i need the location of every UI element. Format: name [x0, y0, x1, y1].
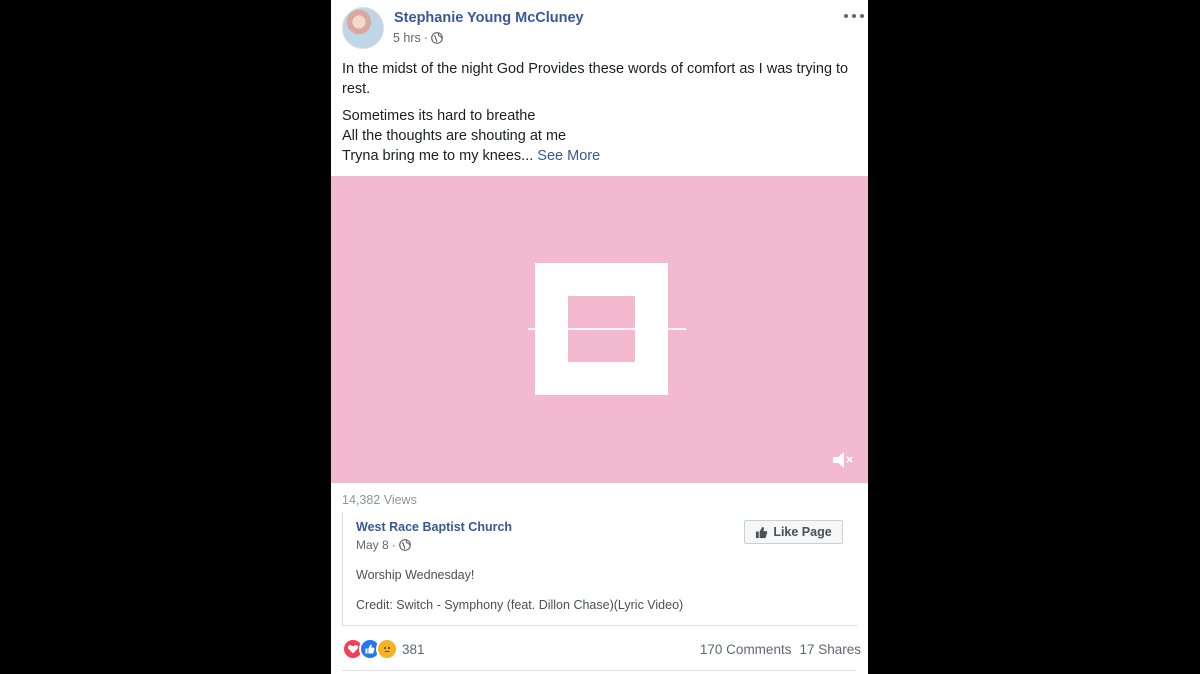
post-line: All the thoughts are shouting at me — [342, 128, 567, 144]
like-page-button[interactable]: Like Page — [744, 520, 843, 544]
shared-post-credit: Credit: Switch - Symphony (feat. Dillon … — [356, 598, 684, 612]
reaction-count: 381 — [402, 641, 425, 657]
sad-icon — [376, 638, 398, 660]
shared-page-name[interactable]: West Race Baptist Church — [356, 520, 512, 534]
shares-count[interactable]: 17 Shares — [799, 642, 861, 657]
post-text: In the midst of the night God Provides t… — [342, 59, 862, 166]
more-options-icon[interactable] — [844, 8, 864, 24]
speaker-muted-icon[interactable] — [830, 449, 856, 471]
see-more-link[interactable]: See More — [537, 148, 600, 164]
post-time[interactable]: 5 hrs — [393, 31, 421, 45]
shared-post-date[interactable]: May 8 — [356, 538, 389, 552]
shared-post: West Race Baptist Church May 8 · Like Pa… — [342, 512, 857, 626]
like-page-label: Like Page — [773, 525, 832, 539]
post-card: Stephanie Young McCluney 5 hrs · In the … — [331, 0, 868, 674]
video-player[interactable] — [331, 176, 868, 483]
post-line: Sometimes its hard to breathe — [342, 108, 536, 124]
shared-post-text: Worship Wednesday! — [356, 568, 475, 582]
divider — [342, 670, 856, 671]
post-line-last: Tryna bring me to my knees... See More — [342, 146, 862, 166]
video-views: 14,382 Views — [342, 493, 417, 507]
post-footer: 381 170 Comments 17 Shares — [342, 637, 861, 661]
video-logo-line — [528, 328, 686, 330]
post-author-name[interactable]: Stephanie Young McCluney — [394, 10, 584, 26]
thumbs-up-icon — [756, 526, 768, 538]
globe-icon — [398, 539, 411, 551]
reactions-summary[interactable]: 381 — [342, 638, 425, 660]
avatar[interactable] — [342, 7, 384, 49]
post-meta: 5 hrs · — [393, 31, 443, 45]
post-line: Tryna bring me to my knees... — [342, 148, 534, 164]
post-paragraph: In the midst of the night God Provides t… — [342, 61, 849, 97]
shared-post-meta: May 8 · — [356, 538, 411, 552]
globe-icon — [431, 32, 443, 44]
comments-count[interactable]: 170 Comments — [700, 642, 792, 657]
